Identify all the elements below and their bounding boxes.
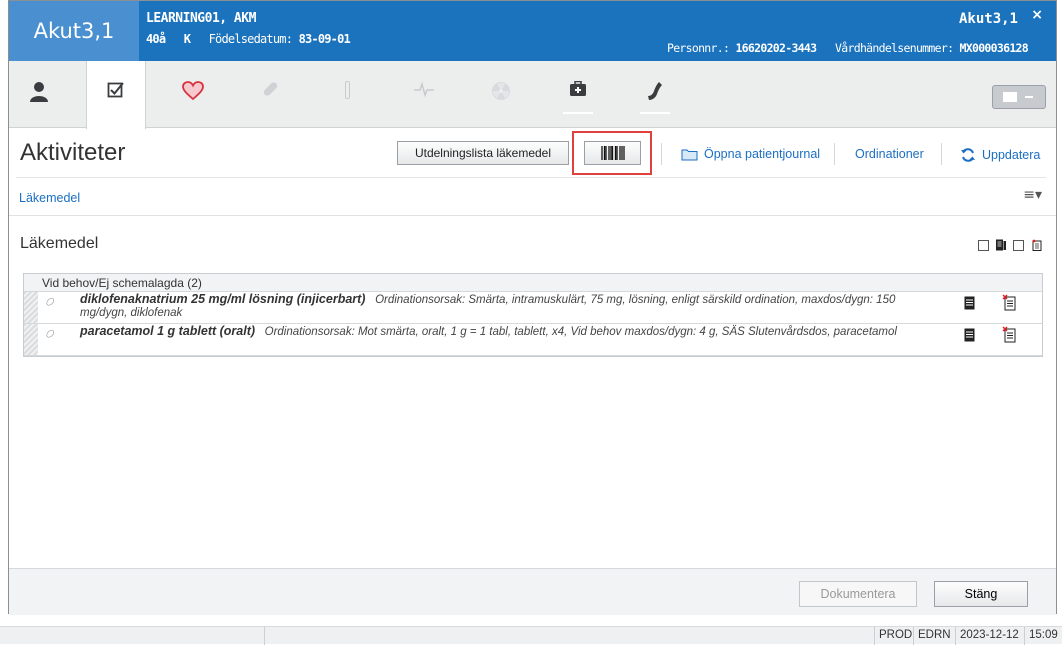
tube-icon xyxy=(344,81,350,99)
tray-icon xyxy=(1003,92,1033,102)
refresh-icon xyxy=(961,148,975,162)
first-aid-icon xyxy=(570,81,586,96)
tab-radiology[interactable] xyxy=(471,61,531,128)
phone-icon xyxy=(648,82,662,100)
page-title: Aktiviteter xyxy=(20,139,126,166)
open-journal-label: Öppna patientjournal xyxy=(704,147,821,161)
person-icon xyxy=(30,82,48,102)
pill-icon xyxy=(261,80,279,98)
tab-first-aid[interactable] xyxy=(548,61,608,128)
patient-sex: K xyxy=(183,32,191,46)
document-icon[interactable] xyxy=(964,296,975,310)
filter-lakemedel-link[interactable]: Läkemedel xyxy=(19,191,80,205)
patient-age: 40å xyxy=(146,32,166,46)
tab-activities[interactable] xyxy=(86,61,146,129)
select-all-new-checkbox[interactable] xyxy=(1013,239,1024,251)
medication-name: diklofenaknatrium 25 mg/ml lösning (inji… xyxy=(80,292,366,306)
icon-toolbar xyxy=(9,61,1056,129)
unit-label: Akut3,1 xyxy=(9,1,139,61)
separator xyxy=(941,143,942,165)
dokumentera-button[interactable]: Dokumentera xyxy=(799,581,917,607)
patient-header: Akut3,1 LEARNING01, AKM 40å K Födelsedat… xyxy=(9,1,1056,61)
separator xyxy=(834,143,835,165)
activities-header: Aktiviteter Utdelningslista läkemedel Öp… xyxy=(9,129,1056,179)
radiation-icon xyxy=(492,82,510,100)
medication-text: paracetamol 1 g tablett (oralt) Ordinati… xyxy=(80,325,940,339)
status-time: 15:09 xyxy=(1024,627,1062,645)
tab-underline xyxy=(640,112,670,114)
barcode-icon xyxy=(600,146,625,160)
view-menu-button[interactable]: ≡▾ xyxy=(1023,187,1042,203)
tab-medication[interactable] xyxy=(240,61,300,128)
folder-icon xyxy=(681,149,698,160)
tab-phone[interactable] xyxy=(625,61,685,128)
ordinationer-label: Ordinationer xyxy=(855,147,924,161)
right-unit-label: Akut3,1 xyxy=(958,11,1018,27)
tab-ecg[interactable] xyxy=(394,61,454,128)
row-stripe xyxy=(24,324,38,355)
new-document-icon[interactable] xyxy=(1002,326,1016,343)
group-header: Vid behov/Ej schemalagda (2) xyxy=(24,274,1042,292)
status-date: 2023-12-12 xyxy=(955,627,1023,645)
personnr-label: Personnr.: xyxy=(666,41,730,55)
open-journal-link[interactable]: Öppna patientjournal xyxy=(681,147,820,161)
tray-toggle-button[interactable] xyxy=(992,85,1046,109)
footer-bar: Dokumentera Stäng xyxy=(9,568,1056,615)
dob-value: 83-09-01 xyxy=(298,32,351,46)
patient-ids: Personnr.: 16620202-3443 Vårdhändelsenum… xyxy=(666,41,1029,55)
personnr-value: 16620202-3443 xyxy=(735,41,817,55)
separator xyxy=(661,143,662,165)
vardhandelse-value: MX000036128 xyxy=(959,41,1029,55)
tab-underline xyxy=(563,112,593,114)
medication-text: diklofenaknatrium 25 mg/ml lösning (inji… xyxy=(80,293,940,320)
row-stripe xyxy=(24,292,38,323)
ordinationer-link[interactable]: Ordinationer xyxy=(855,147,924,161)
dob-label: Födelsedatum: xyxy=(208,32,293,46)
document-icon[interactable] xyxy=(995,239,1007,251)
sub-navigation: Läkemedel ≡▾ xyxy=(16,177,1046,215)
ecg-icon xyxy=(414,81,434,97)
medication-name: paracetamol 1 g tablett (oralt) xyxy=(80,324,256,338)
status-empty-cell xyxy=(264,627,874,645)
divider xyxy=(9,215,1056,216)
utdelning-button[interactable]: Utdelningslista läkemedel xyxy=(397,141,569,165)
barcode-button[interactable] xyxy=(584,141,641,165)
checklist-icon xyxy=(107,82,124,98)
patient-info: 40å K Födelsedatum: 83-09-01 xyxy=(146,32,351,46)
status-bar: PROD EDRN 2023-12-12 15:09 xyxy=(0,626,1062,645)
tab-tools[interactable] xyxy=(317,61,377,128)
close-button[interactable]: × xyxy=(1031,7,1043,23)
new-document-icon[interactable] xyxy=(1002,294,1016,311)
select-all-checkbox[interactable] xyxy=(978,239,989,251)
vardhandelse-label: Vårdhändelsenummer: xyxy=(835,41,954,55)
patient-window: Akut3,1 LEARNING01, AKM 40å K Födelsedat… xyxy=(8,0,1057,615)
section-title: Läkemedel xyxy=(20,235,99,252)
medication-list: Vid behov/Ej schemalagda (2) ⬭ diklofena… xyxy=(23,273,1043,357)
uppdatera-label: Uppdatera xyxy=(982,148,1041,162)
pill-icon: ⬭ xyxy=(42,325,59,342)
tab-vitals[interactable] xyxy=(163,61,223,128)
tab-patient[interactable] xyxy=(9,61,69,128)
uppdatera-link[interactable]: Uppdatera xyxy=(960,147,1040,163)
stang-button[interactable]: Stäng xyxy=(934,581,1028,607)
heart-icon xyxy=(182,81,204,101)
new-document-icon[interactable] xyxy=(1030,239,1042,251)
medication-details: Ordinationsorsak: Mot smärta, oralt, 1 g… xyxy=(264,326,897,338)
list-item[interactable]: ⬭ paracetamol 1 g tablett (oralt) Ordina… xyxy=(24,324,1042,356)
section-actions xyxy=(978,239,1042,251)
document-icon[interactable] xyxy=(964,328,975,342)
list-item[interactable]: ⬭ diklofenaknatrium 25 mg/ml lösning (in… xyxy=(24,292,1042,324)
status-code: EDRN xyxy=(913,627,955,645)
pill-icon: ⬭ xyxy=(42,293,59,310)
patient-name: LEARNING01, AKM xyxy=(146,11,256,26)
status-env: PROD xyxy=(874,627,916,645)
